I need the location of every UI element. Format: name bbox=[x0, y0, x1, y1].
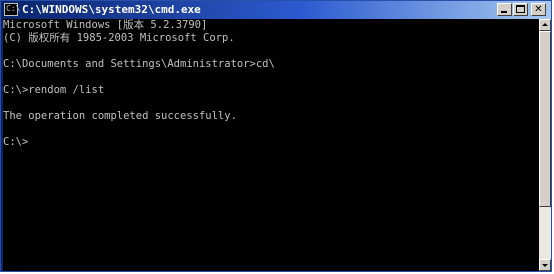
console-line-version: Microsoft Windows [版本 5.2.3790] bbox=[3, 19, 208, 31]
arrow-down-icon bbox=[542, 264, 548, 267]
console-output[interactable]: Microsoft Windows [版本 5.2.3790] (C) 版权所有… bbox=[3, 19, 539, 271]
minimize-button[interactable] bbox=[497, 3, 512, 16]
console-line-cd-command: C:\Documents and Settings\Administrator>… bbox=[3, 58, 275, 70]
window-title: C:\WINDOWS\system32\cmd.exe bbox=[22, 3, 201, 16]
close-button[interactable]: ✕ bbox=[531, 3, 546, 16]
console-line-prompt: C:\> bbox=[3, 136, 29, 148]
vertical-scrollbar[interactable] bbox=[539, 19, 551, 271]
cmd-icon[interactable]: C:\ bbox=[4, 3, 21, 16]
cmd-icon-label: C:\ bbox=[6, 4, 21, 13]
arrow-up-icon bbox=[542, 23, 548, 26]
maximize-button[interactable] bbox=[513, 3, 528, 16]
minimize-icon bbox=[501, 11, 507, 13]
scroll-thumb[interactable] bbox=[539, 31, 551, 207]
title-bar[interactable]: C:\ C:\WINDOWS\system32\cmd.exe ✕ bbox=[1, 1, 551, 19]
scroll-down-button[interactable] bbox=[539, 259, 551, 271]
close-icon: ✕ bbox=[534, 4, 543, 15]
maximize-icon bbox=[516, 5, 525, 13]
console-line-copyright: (C) 版权所有 1985-2003 Microsoft Corp. bbox=[3, 32, 235, 44]
cmd-window: C:\ C:\WINDOWS\system32\cmd.exe ✕ Micros… bbox=[0, 0, 552, 272]
scroll-up-button[interactable] bbox=[539, 19, 551, 31]
console-line-rendom-command: C:\>rendom /list bbox=[3, 84, 105, 96]
console-line-result: The operation completed successfully. bbox=[3, 110, 237, 122]
